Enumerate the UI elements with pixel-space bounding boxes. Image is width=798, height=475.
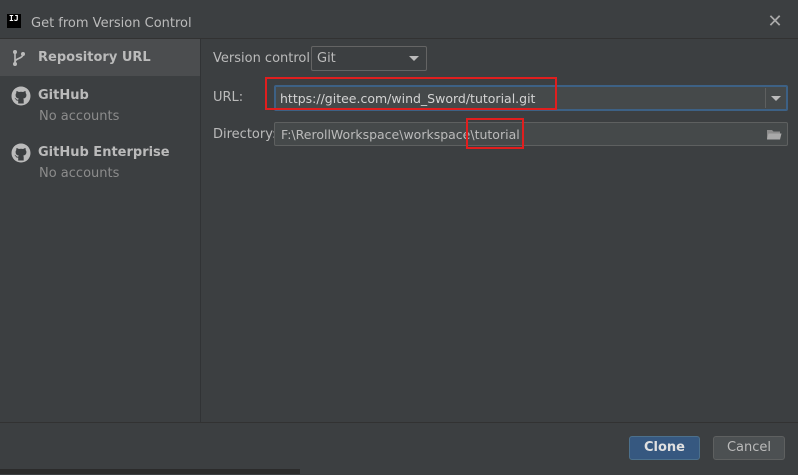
directory-field[interactable] <box>274 122 788 146</box>
sidebar-item-label: GitHub Enterprise <box>38 145 170 160</box>
chevron-down-icon <box>409 56 419 61</box>
sidebar-item-github-enterprise[interactable]: GitHub Enterprise No accounts <box>0 141 200 189</box>
background-strip <box>0 469 300 474</box>
github-icon <box>11 143 31 167</box>
sidebar-item-label: Repository URL <box>38 50 151 65</box>
sidebar-item-repository-url[interactable]: Repository URL <box>0 39 200 76</box>
sidebar-item-label: GitHub <box>38 88 89 103</box>
url-combobox[interactable] <box>274 85 788 111</box>
github-icon <box>11 86 31 110</box>
title-bar: IJ Get from Version Control ✕ <box>0 0 798 39</box>
sidebar-item-status: No accounts <box>39 109 120 124</box>
window-title: Get from Version Control <box>31 16 192 31</box>
cancel-button[interactable]: Cancel <box>713 436 785 460</box>
branch-icon <box>11 49 27 71</box>
sidebar: Repository URL GitHub No accounts GitHub… <box>0 39 201 422</box>
url-label: URL: <box>213 90 244 105</box>
version-control-label: Version control: <box>213 51 315 66</box>
directory-label: Directory: <box>213 127 277 142</box>
directory-input[interactable] <box>281 126 761 142</box>
close-icon[interactable]: ✕ <box>767 13 783 31</box>
sidebar-item-github[interactable]: GitHub No accounts <box>0 84 200 132</box>
dialog-footer: Clone Cancel <box>0 422 798 475</box>
version-control-select[interactable]: Git <box>311 46 427 71</box>
url-divider <box>765 88 766 108</box>
url-input[interactable] <box>280 89 760 107</box>
clone-button[interactable]: Clone <box>629 436 700 460</box>
version-control-value: Git <box>317 51 336 66</box>
intellij-logo-icon: IJ <box>7 14 21 28</box>
chevron-down-icon[interactable] <box>771 96 781 101</box>
folder-icon[interactable] <box>766 128 782 145</box>
sidebar-item-status: No accounts <box>39 166 120 181</box>
